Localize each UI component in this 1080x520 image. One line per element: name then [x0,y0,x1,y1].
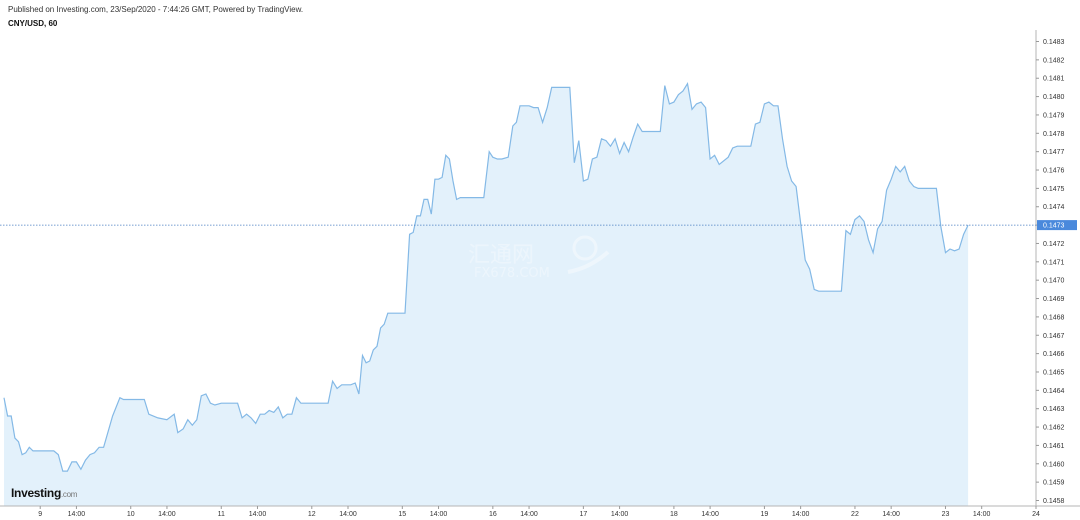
x-tick-label: 14:00 [158,511,176,518]
y-tick-label: 0.1481 [1043,76,1065,83]
y-tick-label: 0.1470 [1043,278,1065,285]
x-tick-label: 10 [127,511,135,518]
x-tick-label: 14:00 [611,511,629,518]
x-tick-label: 14:00 [520,511,538,518]
y-tick-label: 0.1477 [1043,149,1065,156]
last-price-label: 0.1473 [1043,223,1065,230]
y-tick-label: 0.1480 [1043,94,1065,101]
y-tick-label: 0.1483 [1043,39,1065,46]
x-tick-label: 14:00 [68,511,86,518]
y-tick-label: 0.1475 [1043,186,1065,193]
y-tick-label: 0.1478 [1043,131,1065,138]
x-tick-label: 18 [670,511,678,518]
x-tick-label: 14:00 [792,511,810,518]
y-tick-label: 0.1463 [1043,406,1065,413]
y-tick-label: 0.1461 [1043,443,1065,450]
watermark-text: 汇通网 [468,243,534,268]
y-tick-label: 0.1464 [1043,388,1065,395]
x-tick-label: 14:00 [701,511,719,518]
area-layer [3,82,969,506]
x-tick-label: 14:00 [430,511,448,518]
x-tick-label: 14:00 [249,511,267,518]
x-tick-label: 14:00 [339,511,357,518]
x-tick-label: 11 [218,511,225,518]
x-tick-label: 15 [398,511,406,518]
y-tick-label: 0.1458 [1043,498,1065,505]
x-tick-label: 19 [761,511,769,518]
price-chart[interactable]: 汇通网 FX678.COM 0.1483 0.1482 0.1481 0.1480 0.… [0,0,1080,520]
y-tick-label: 0.1466 [1043,351,1065,358]
y-tick-label: 0.1472 [1043,241,1065,248]
y-tick-label: 0.1460 [1043,461,1065,468]
watermark-subtext: FX678.COM [474,266,550,281]
x-tick-label: 9 [38,511,42,518]
y-tick-label: 0.1462 [1043,425,1065,432]
x-tick-label: 14:00 [882,511,900,518]
logo-main: Investing [11,486,61,500]
x-tick-label: 17 [579,511,587,518]
y-tick-label: 0.1476 [1043,168,1065,175]
y-tick-label: 0.1474 [1043,204,1065,211]
x-tick-label: 16 [489,511,497,518]
y-tick-label: 0.1465 [1043,369,1065,376]
x-tick-label: 12 [308,511,316,518]
y-tick-label: 0.1479 [1043,112,1065,119]
investing-logo: Investing.com [11,486,77,500]
y-tick-label: 0.1459 [1043,480,1065,487]
x-tick-label: 23 [942,511,950,518]
y-tick-label: 0.1482 [1043,57,1065,64]
x-tick-label: 24 [1032,511,1040,518]
x-tick-label: 22 [851,511,859,518]
y-tick-label: 0.1467 [1043,333,1065,340]
x-tick-label: 14:00 [973,511,991,518]
series-area-fill [4,83,969,506]
y-tick-label: 0.1471 [1043,259,1065,266]
y-tick-label: 0.1468 [1043,314,1065,321]
logo-suffix: .com [60,490,78,499]
y-tick-label: 0.1469 [1043,296,1065,303]
